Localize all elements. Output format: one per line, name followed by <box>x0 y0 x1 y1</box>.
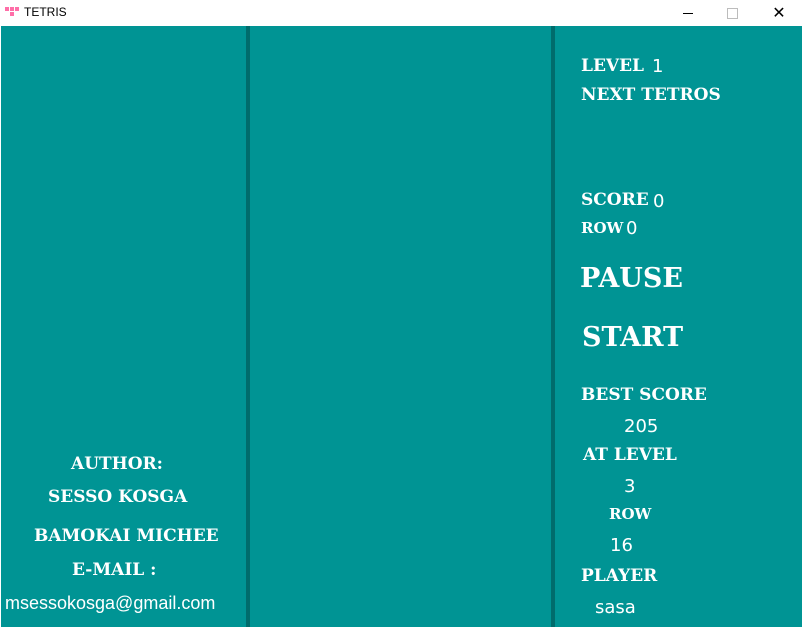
next-tetros-label: NEXT TETROS <box>581 85 721 105</box>
score-label: SCORE <box>581 190 649 210</box>
minimize-button[interactable] <box>664 0 710 26</box>
playfield <box>250 26 551 627</box>
tetris-app-icon <box>5 7 19 17</box>
player-value: sasa <box>595 597 636 618</box>
best-row-label: ROW <box>609 505 652 523</box>
game-area: AUTHOR: SESSO KOSGA BAMOKAI MICHEE E-MAI… <box>1 26 802 627</box>
author-email: msessokosga@gmail.com <box>5 593 216 613</box>
row-value: 0 <box>626 218 638 239</box>
at-level-value: 3 <box>624 476 636 497</box>
best-score-label: BEST SCORE <box>581 385 707 405</box>
author-name-line2: BAMOKAI MICHEE <box>34 526 219 546</box>
maximize-button[interactable] <box>710 0 756 26</box>
author-label: AUTHOR: <box>71 454 163 474</box>
row-label: ROW <box>581 219 624 237</box>
at-level-label: AT LEVEL <box>583 445 677 465</box>
email-label: E-MAIL : <box>72 560 157 580</box>
start-button[interactable]: START <box>582 322 683 353</box>
next-piece-preview <box>581 116 721 186</box>
close-button[interactable]: ✕ <box>756 0 802 26</box>
level-label: LEVEL <box>581 56 645 76</box>
window-title: TETRIS <box>24 5 67 19</box>
level-value: 1 <box>652 56 664 77</box>
right-divider <box>551 26 555 627</box>
close-icon: ✕ <box>772 3 786 22</box>
author-name-line1: SESSO KOSGA <box>48 487 188 507</box>
player-label: PLAYER <box>581 566 658 586</box>
pause-button[interactable]: PAUSE <box>580 263 683 294</box>
best-score-value: 205 <box>624 416 659 437</box>
score-value: 0 <box>653 191 665 212</box>
window-titlebar[interactable]: TETRIS ✕ <box>0 0 802 26</box>
best-row-value: 16 <box>610 535 633 556</box>
